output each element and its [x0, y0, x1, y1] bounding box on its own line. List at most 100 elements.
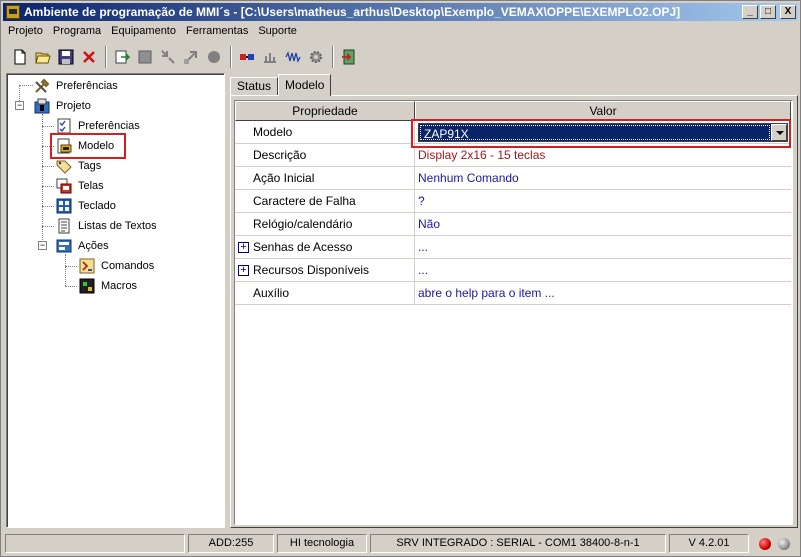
toolbar: [3, 43, 798, 71]
tool2-icon: [138, 50, 152, 64]
tab-content: Propriedade Valor Modelo ZAP91X Descriçã…: [230, 95, 798, 528]
tree-item-project[interactable]: Projeto: [33, 96, 93, 116]
status-connection: SRV INTEGRADO : SERIAL - COM1 38400-8-n-…: [370, 534, 666, 553]
grid-row-passwords[interactable]: + Senhas de Acesso ...: [235, 236, 791, 259]
property-name: Auxílio: [235, 282, 415, 304]
property-name: Caractere de Falha: [235, 190, 415, 212]
tree-item-keyboard[interactable]: Teclado: [55, 196, 118, 216]
grid-row-help[interactable]: Auxílio abre o help para o item ...: [235, 282, 791, 305]
tool4-button[interactable]: [180, 46, 202, 68]
header-value[interactable]: Valor: [415, 101, 791, 121]
menu-ferramentas[interactable]: Ferramentas: [181, 23, 253, 40]
record-button[interactable]: [203, 46, 225, 68]
settings-button[interactable]: [305, 46, 327, 68]
header-property[interactable]: Propriedade: [235, 101, 415, 121]
keypad-icon: [56, 198, 72, 214]
tree-connector: [42, 166, 54, 167]
new-file-icon: [14, 49, 26, 65]
tree-item-screens[interactable]: Telas: [55, 176, 106, 196]
tree-collapse-toggle[interactable]: −: [38, 241, 47, 250]
export-button[interactable]: [111, 46, 133, 68]
tool3-button[interactable]: [157, 46, 179, 68]
delete-button[interactable]: [78, 46, 100, 68]
tree-item-label: Macros: [101, 280, 138, 292]
tree-item-label: Telas: [78, 180, 104, 192]
property-value[interactable]: ...: [415, 259, 791, 281]
expand-plus-icon[interactable]: +: [238, 242, 249, 253]
grid-header: Propriedade Valor: [235, 101, 792, 121]
exit-button[interactable]: [338, 46, 360, 68]
tree-item-label: Preferências: [56, 80, 118, 92]
tree-connector: [65, 254, 66, 286]
tags-icon: [56, 160, 72, 174]
tree-connector: [42, 186, 54, 187]
tree-item-macros[interactable]: Macros: [78, 276, 139, 296]
grid-row-fail-char[interactable]: Caractere de Falha ?: [235, 190, 791, 213]
tree-item-commands[interactable]: Comandos: [78, 256, 156, 276]
export-icon: [115, 50, 131, 64]
property-value[interactable]: ...: [415, 236, 791, 258]
signal-button[interactable]: [282, 46, 304, 68]
exit-door-icon: [342, 49, 355, 65]
signal-icon: [285, 51, 301, 63]
app-icon[interactable]: [6, 5, 20, 19]
macros-icon: [79, 278, 95, 294]
dropdown-highlight-box: [411, 119, 791, 148]
title-bar[interactable]: Ambiente de programação de MMI´s - [C:\U…: [3, 3, 798, 21]
grid-row-resources[interactable]: + Recursos Disponíveis ...: [235, 259, 791, 282]
tree-connector: [65, 266, 77, 267]
tree-connector: [19, 85, 33, 86]
minimize-button[interactable]: _: [742, 5, 758, 19]
toolbar-separator: [332, 46, 334, 68]
status-bar: ADD:255 HI tecnologia SRV INTEGRADO : SE…: [3, 532, 798, 554]
open-button[interactable]: [32, 46, 54, 68]
property-value[interactable]: abre o help para o item ...: [415, 282, 791, 304]
maximize-button[interactable]: □: [760, 5, 776, 19]
connect-icon: [240, 54, 254, 60]
tree-item-label: Listas de Textos: [78, 220, 157, 232]
tool4-icon: [184, 51, 197, 64]
property-name: Relógio/calendário: [235, 213, 415, 235]
save-button[interactable]: [55, 46, 77, 68]
tree-item-label: Comandos: [101, 260, 155, 272]
tab-status[interactable]: Status: [230, 77, 279, 96]
led-red-icon: [759, 538, 771, 550]
tab-model[interactable]: Modelo: [278, 74, 332, 96]
property-value[interactable]: ?: [415, 190, 791, 212]
menu-equipamento[interactable]: Equipamento: [106, 23, 181, 40]
new-file-button[interactable]: [9, 46, 31, 68]
connect-button[interactable]: [236, 46, 258, 68]
menu-programa[interactable]: Programa: [48, 23, 106, 40]
tree-item-label: Teclado: [78, 200, 116, 212]
status-address: ADD:255: [188, 534, 274, 553]
menu-projeto[interactable]: Projeto: [3, 23, 48, 40]
tree-connector: [42, 126, 54, 127]
tab-strip: Status Modelo: [230, 74, 332, 96]
grid-row-initial-action[interactable]: Ação Inicial Nenhum Comando: [235, 167, 791, 190]
tree-item-tags[interactable]: Tags: [55, 156, 103, 176]
status-version: V 4.2.01: [669, 534, 749, 553]
delete-x-icon: [83, 51, 95, 63]
expand-plus-icon[interactable]: +: [238, 265, 249, 276]
close-button[interactable]: X: [780, 5, 796, 19]
tree-item-text-lists[interactable]: Listas de Textos: [55, 216, 159, 236]
tree-item-label: Tags: [78, 160, 102, 172]
actions-icon: [56, 239, 72, 253]
tree-item-actions[interactable]: Ações: [55, 236, 111, 256]
transfer-icon: [264, 53, 276, 63]
menu-bar: Projeto Programa Equipamento Ferramentas…: [3, 22, 302, 41]
property-label: Recursos Disponíveis: [253, 263, 370, 277]
tree-item-root-preferences[interactable]: Preferências: [33, 76, 120, 96]
transfer-button[interactable]: [259, 46, 281, 68]
project-tree[interactable]: Preferências − Projeto Preferências Mode…: [6, 73, 225, 528]
tool3-icon: [161, 50, 175, 64]
menu-suporte[interactable]: Suporte: [253, 23, 302, 40]
property-value[interactable]: Não: [415, 213, 791, 235]
grid-row-clock[interactable]: Relógio/calendário Não: [235, 213, 791, 236]
property-grid: Propriedade Valor Modelo ZAP91X Descriçã…: [234, 100, 793, 525]
settings-gear-icon: [310, 51, 322, 63]
status-company: HI tecnologia: [277, 534, 367, 553]
tool2-button[interactable]: [134, 46, 156, 68]
property-value[interactable]: Nenhum Comando: [415, 167, 791, 189]
tree-collapse-toggle[interactable]: −: [15, 101, 24, 110]
